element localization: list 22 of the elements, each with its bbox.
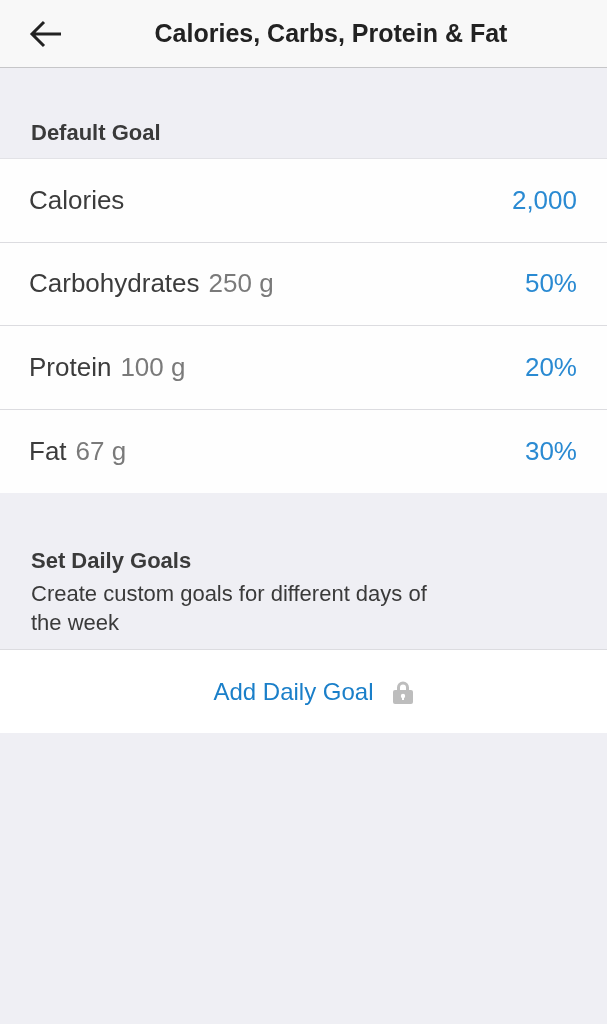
goal-value: 20% — [524, 350, 577, 384]
nutrient-label: Protein — [29, 350, 112, 384]
arrow-left-icon — [29, 19, 63, 48]
goal-value: 30% — [524, 434, 577, 468]
goal-value: 2,000 — [511, 183, 577, 217]
nutrient-label: Calories — [29, 183, 125, 217]
nutrient-label: Fat — [29, 434, 67, 468]
section-heading: Set Daily Goals — [31, 547, 193, 575]
add-daily-goal-button[interactable]: Add Daily Goal — [213, 673, 414, 710]
gram-amount: 67 g — [75, 434, 127, 468]
screen-title: Calories, Carbs, Protein & Fat — [154, 17, 508, 49]
gram-amount: 100 g — [120, 350, 186, 384]
section-description: Create custom goals for different days of the week — [31, 580, 428, 637]
goal-row[interactable]: Protein 100 g 20% — [0, 326, 607, 410]
add-daily-goal-label: Add Daily Goal — [213, 676, 374, 707]
goal-row[interactable]: Carbohydrates 250 g 50% — [0, 242, 607, 326]
section-heading: Default Goal — [31, 119, 161, 147]
goal-row[interactable]: Fat 67 g 30% — [0, 409, 607, 493]
goal-row[interactable]: Calories 2,000 — [0, 159, 607, 243]
gram-amount: 250 g — [208, 267, 274, 301]
nutrient-label: Carbohydrates — [29, 267, 200, 301]
goal-value: 50% — [524, 267, 577, 301]
